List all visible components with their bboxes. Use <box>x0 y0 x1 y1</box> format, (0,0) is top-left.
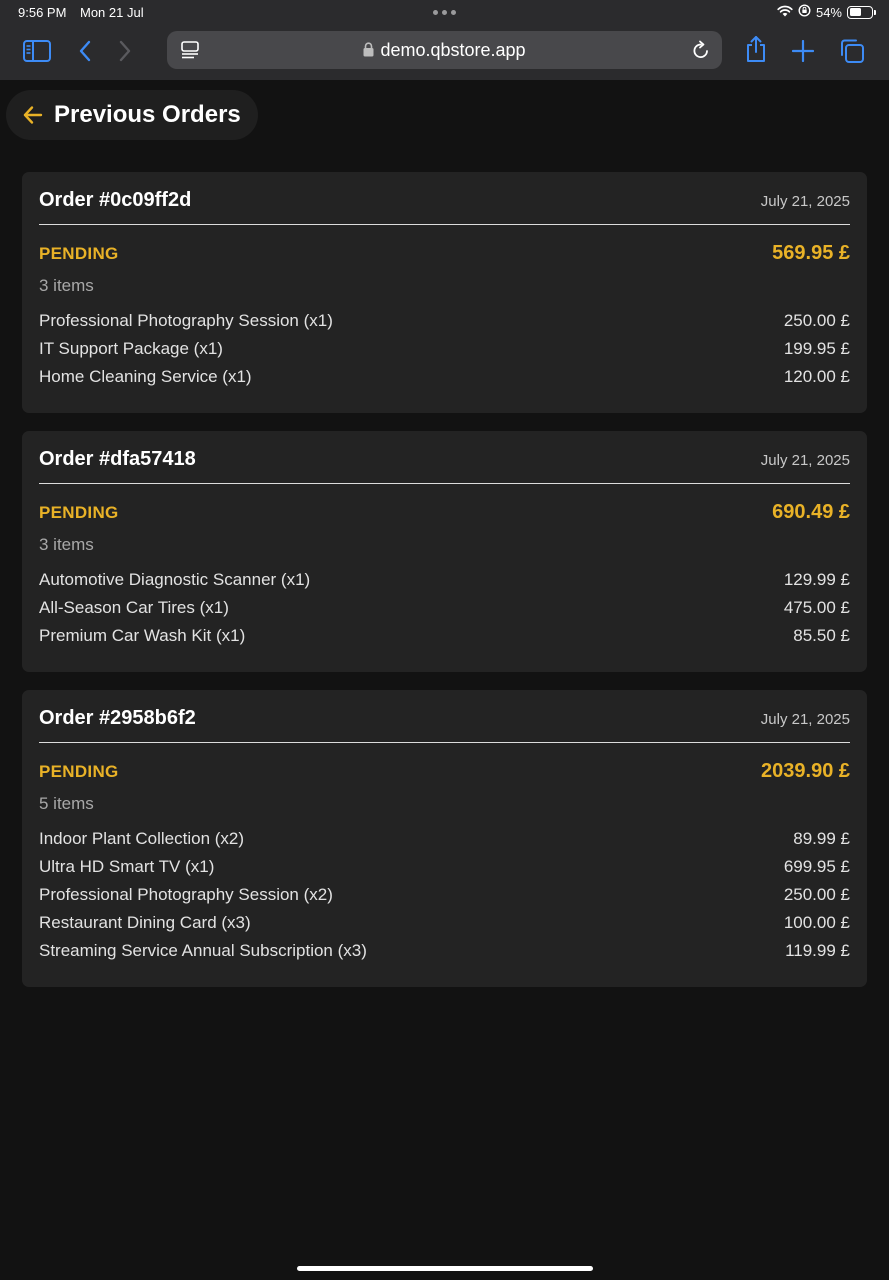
order-card[interactable]: Order #2958b6f2 July 21, 2025 PENDING 20… <box>22 690 867 987</box>
order-status-badge: PENDING <box>39 503 119 522</box>
order-total: 690.49 £ <box>772 501 850 523</box>
order-item: Professional Photography Session (x2) 250… <box>39 881 850 909</box>
item-price: 250.00 £ <box>783 885 850 904</box>
order-items: Automotive Diagnostic Scanner (x1) 129.99… <box>39 566 850 650</box>
address-bar[interactable]: demo.qbstore.app <box>167 31 722 69</box>
order-status-badge: PENDING <box>39 244 119 263</box>
item-name: Indoor Plant Collection (x2) <box>39 829 245 848</box>
order-item: Indoor Plant Collection (x2) 89.99 £ <box>39 825 850 853</box>
order-items: Professional Photography Session (x1) 250… <box>39 307 850 391</box>
browser-toolbar: demo.qbstore.app <box>0 26 889 80</box>
wifi-icon <box>777 5 793 20</box>
item-count: 3 items <box>39 535 94 554</box>
item-name: Automotive Diagnostic Scanner (x1) <box>39 570 311 589</box>
item-name: Home Cleaning Service (x1) <box>39 367 252 386</box>
sidebar-icon[interactable] <box>22 38 52 64</box>
back-button[interactable]: Previous Orders <box>6 90 258 140</box>
item-name: IT Support Package (x1) <box>39 339 223 358</box>
order-item: Restaurant Dining Card (x3) 100.00 £ <box>39 909 850 937</box>
multitasking-dots-icon[interactable] <box>433 10 456 15</box>
status-time: 9:56 PM <box>18 5 67 20</box>
order-date: July 21, 2025 <box>760 711 850 728</box>
back-chevron-icon[interactable] <box>70 38 100 64</box>
url-text: demo.qbstore.app <box>380 40 526 60</box>
item-count: 5 items <box>39 794 94 813</box>
item-price: 85.50 £ <box>793 626 850 645</box>
order-item: Ultra HD Smart TV (x1) 699.95 £ <box>39 853 850 881</box>
order-card[interactable]: Order #0c09ff2d July 21, 2025 PENDING 56… <box>22 172 867 413</box>
order-title: Order #2958b6f2 <box>39 707 196 729</box>
item-price: 119.99 £ <box>785 941 850 960</box>
item-name: Premium Car Wash Kit (x1) <box>39 626 246 645</box>
order-item: Home Cleaning Service (x1) 120.00 £ <box>39 363 850 391</box>
item-name: Professional Photography Session (x1) <box>39 311 333 330</box>
lock-icon <box>363 41 374 62</box>
page-title: Previous Orders <box>54 101 241 128</box>
status-bar: 9:56 PM Mon 21 Jul 54% <box>0 0 889 26</box>
item-name: Professional Photography Session (x2) <box>39 885 333 904</box>
order-item: Automotive Diagnostic Scanner (x1) 129.99… <box>39 566 850 594</box>
order-item: All-Season Car Tires (x1) 475.00 £ <box>39 594 850 622</box>
divider <box>39 742 850 743</box>
order-item: Streaming Service Annual Subscription (x… <box>39 937 850 965</box>
order-card[interactable]: Order #dfa57418 July 21, 2025 PENDING 69… <box>22 431 867 672</box>
home-indicator[interactable] <box>297 1266 593 1271</box>
order-items: Indoor Plant Collection (x2) 89.99 £ Ultr… <box>39 825 850 965</box>
item-name: Streaming Service Annual Subscription (x… <box>39 941 367 960</box>
item-price: 89.99 £ <box>793 829 850 848</box>
tabs-overview-icon[interactable] <box>837 38 867 64</box>
divider <box>39 483 850 484</box>
item-price: 699.95 £ <box>783 857 850 876</box>
order-item: IT Support Package (x1) 199.95 £ <box>39 335 850 363</box>
orientation-lock-icon <box>798 4 811 20</box>
orders-list: Order #0c09ff2d July 21, 2025 PENDING 56… <box>22 172 867 1005</box>
item-price: 100.00 £ <box>783 913 850 932</box>
status-date: Mon 21 Jul <box>80 5 144 20</box>
order-item: Professional Photography Session (x1) 250… <box>39 307 850 335</box>
new-tab-plus-icon[interactable] <box>788 38 818 64</box>
item-name: Ultra HD Smart TV (x1) <box>39 857 215 876</box>
order-date: July 21, 2025 <box>760 452 850 469</box>
item-name: Restaurant Dining Card (x3) <box>39 913 251 932</box>
item-count: 3 items <box>39 276 94 295</box>
item-price: 250.00 £ <box>783 311 850 330</box>
item-price: 120.00 £ <box>783 367 850 386</box>
order-item: Premium Car Wash Kit (x1) 85.50 £ <box>39 622 850 650</box>
battery-icon <box>847 5 876 19</box>
order-total: 2039.90 £ <box>761 760 850 782</box>
forward-chevron-icon[interactable] <box>110 38 140 64</box>
item-price: 129.99 £ <box>783 570 850 589</box>
order-title: Order #0c09ff2d <box>39 189 192 211</box>
reload-icon[interactable] <box>692 40 710 65</box>
item-price: 475.00 £ <box>783 598 850 617</box>
item-name: All-Season Car Tires (x1) <box>39 598 229 617</box>
order-status-badge: PENDING <box>39 762 119 781</box>
share-icon[interactable] <box>741 36 771 62</box>
battery-percentage: 54% <box>815 4 842 20</box>
divider <box>39 224 850 225</box>
order-title: Order #dfa57418 <box>39 448 196 470</box>
item-price: 199.95 £ <box>783 339 850 358</box>
back-arrow-icon <box>22 104 44 131</box>
order-total: 569.95 £ <box>772 242 850 264</box>
order-date: July 21, 2025 <box>760 193 850 210</box>
